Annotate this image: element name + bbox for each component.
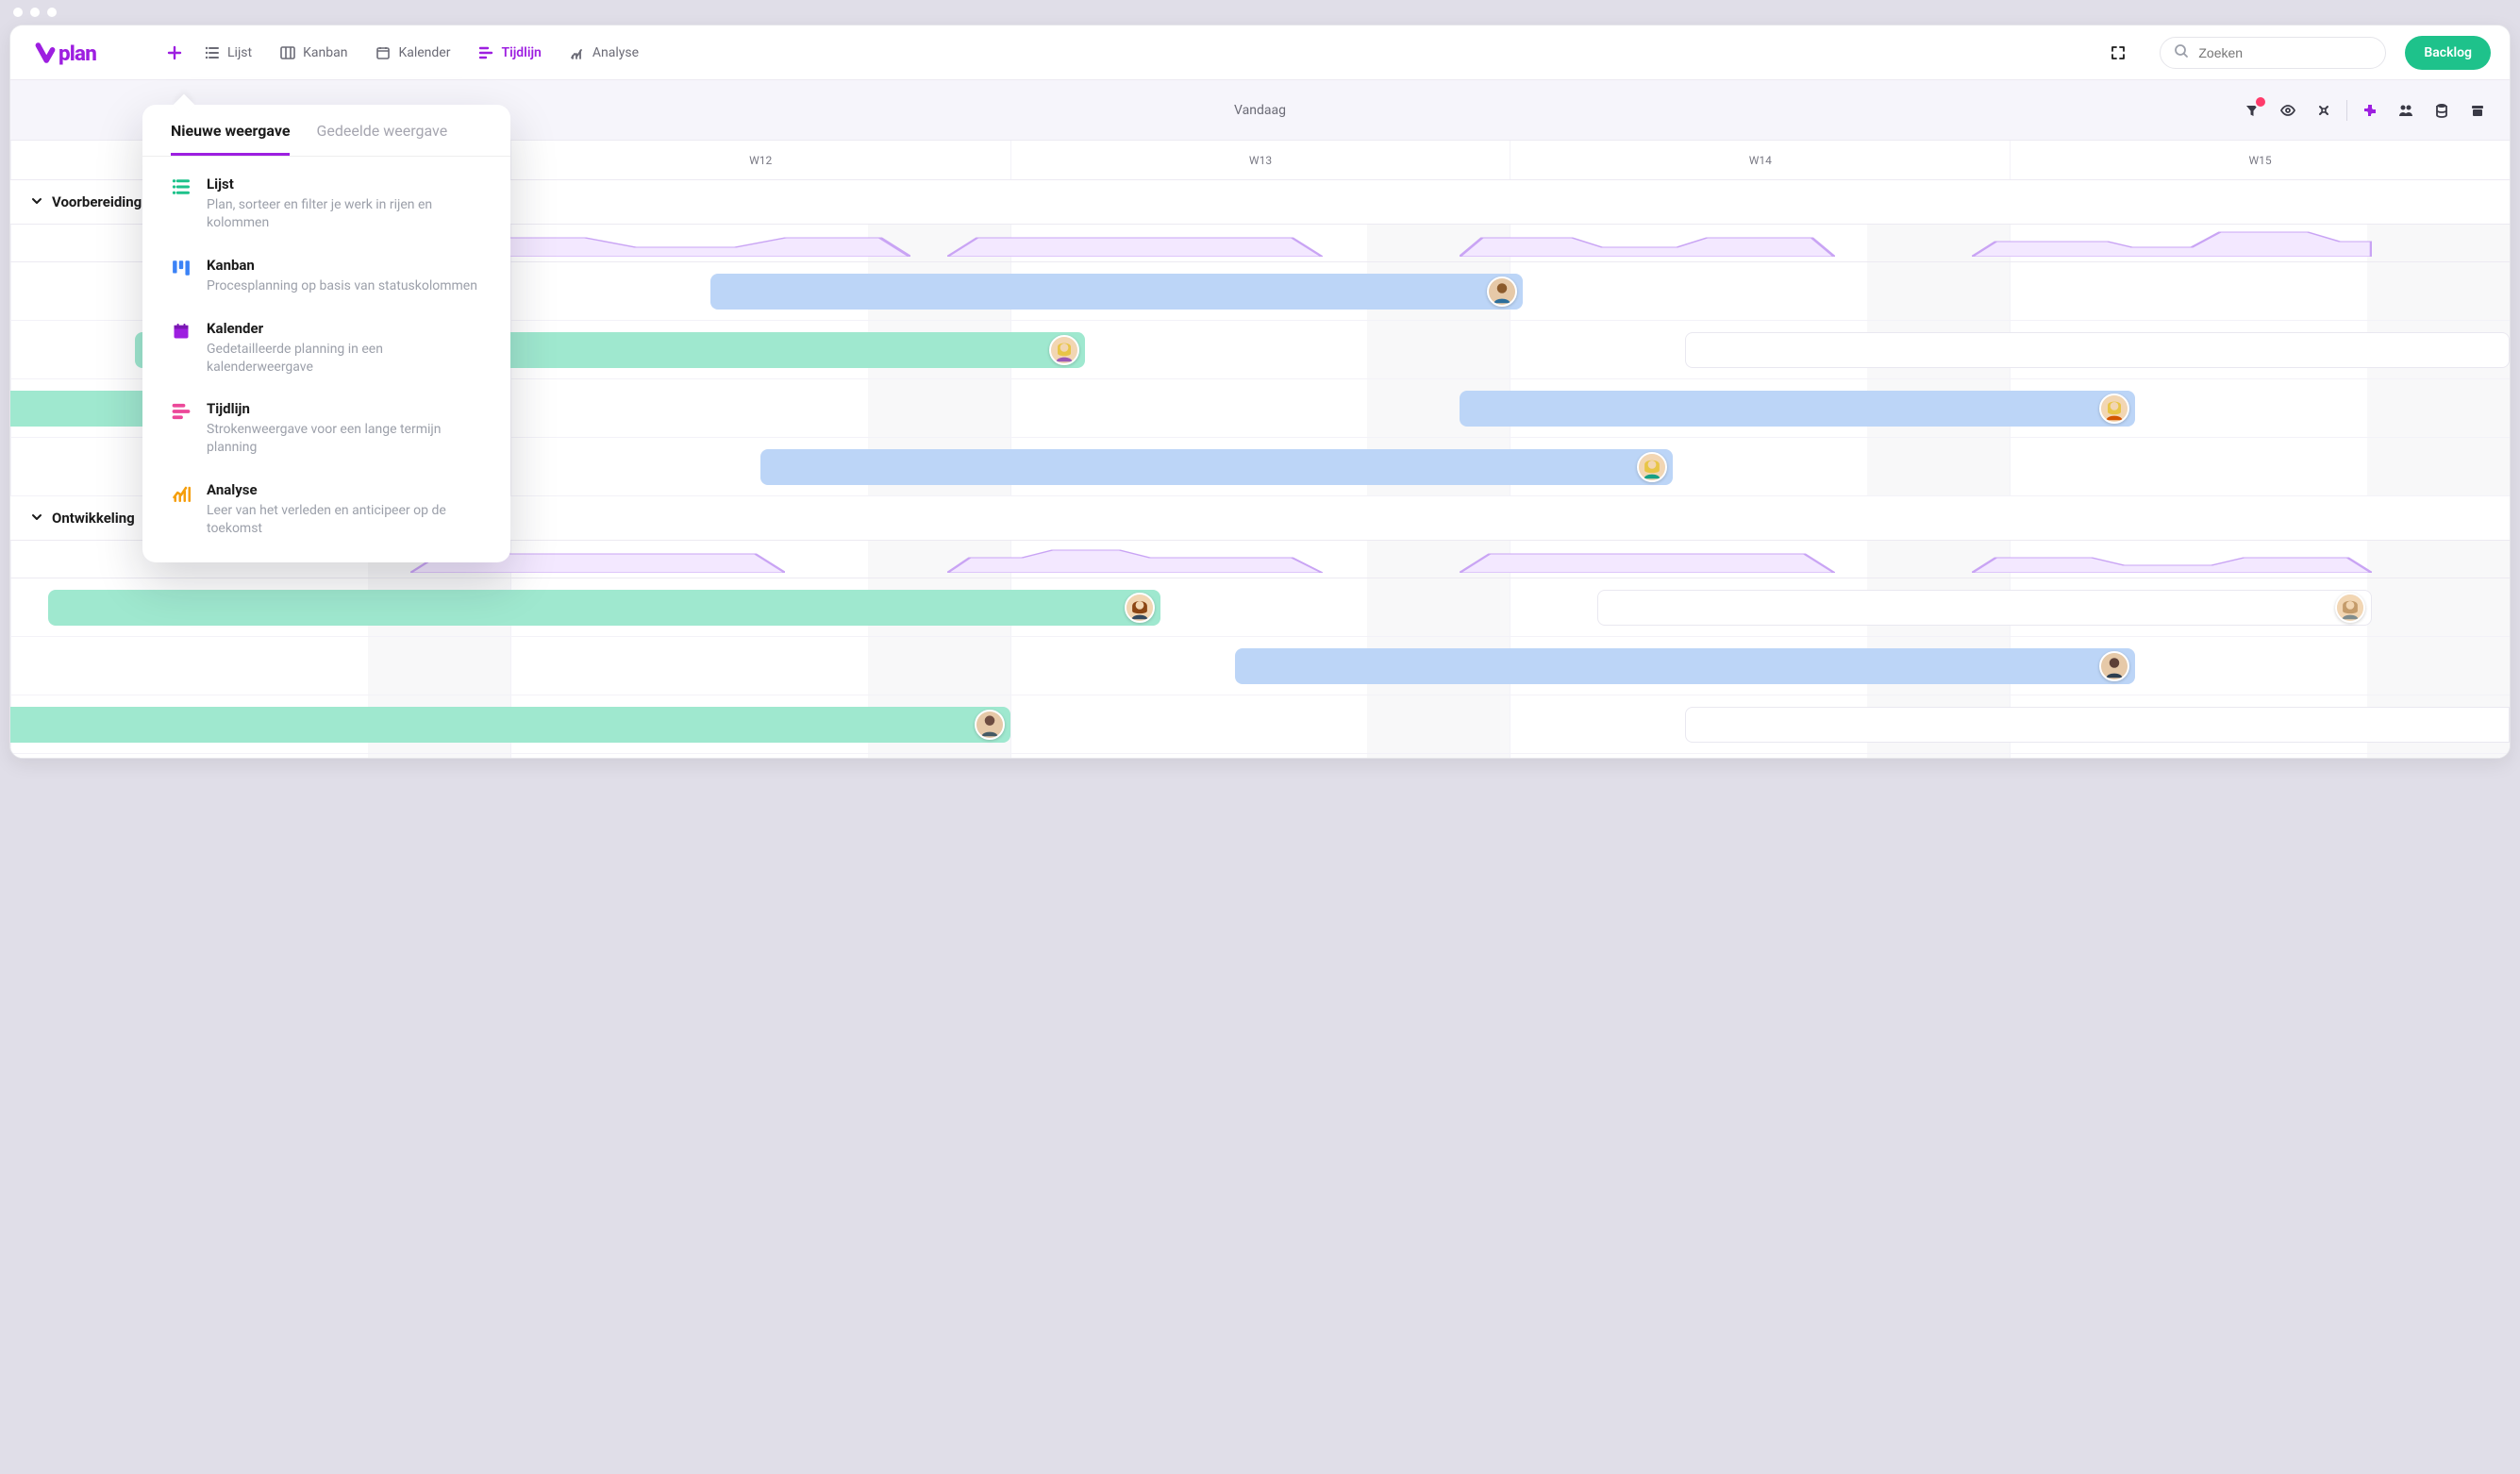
nav-tab-lijst[interactable]: Lijst [193,40,263,66]
task-row [10,578,2510,637]
assignee-avatar[interactable] [1049,335,1079,365]
timeline-icon [169,400,193,457]
analyse-icon [169,481,193,538]
database-button[interactable] [2428,97,2455,124]
dropdown-tab-new[interactable]: Nieuwe weergave [171,122,290,156]
dropdown-item-desc: Leer van het verleden en anticipeer op d… [207,502,484,538]
search-input[interactable] [2198,45,2372,60]
fullscreen-button[interactable] [2105,40,2131,66]
capacity-shape [1972,546,2372,573]
week-col: W12 [510,141,1010,179]
toolbar-divider [2346,100,2347,121]
task-bar[interactable] [1235,648,2135,684]
assignee-avatar[interactable] [2099,651,2129,681]
kanban-icon [169,257,193,295]
timeline-icon [478,45,493,60]
today-button[interactable]: Vandaag [1219,95,1301,126]
dropdown-item-title: Tijdlijn [207,400,484,417]
calendar-icon [169,320,193,377]
capacity-shape [1460,546,1834,573]
dropdown-item-kalender[interactable]: Kalender Gedetailleerde planning in een … [161,314,492,382]
svg-text:plan: plan [58,42,96,66]
task-bar[interactable] [710,274,1523,310]
nav-tab-tijdlijn[interactable]: Tijdlijn [467,40,552,66]
nav-tab-label: Lijst [227,45,252,60]
task-row [10,695,2510,754]
chevron-down-icon [31,510,42,527]
dropdown-item-title: Kanban [207,257,477,274]
assignee-avatar[interactable] [2335,593,2365,623]
search-field[interactable] [2160,37,2386,69]
top-navigation: plan Lijst Kanban [10,25,2510,80]
dropdown-item-kanban[interactable]: Kanban Procesplanning op basis van statu… [161,251,492,301]
calendar-icon [375,45,391,60]
nav-tab-label: Kanban [303,45,347,60]
search-icon [2174,43,2189,62]
task-bar[interactable] [1685,707,2510,743]
dropdown-item-desc: Gedetailleerde planning in een kalenderw… [207,341,484,377]
week-col: W14 [1510,141,2010,179]
task-bar[interactable] [1460,391,2134,427]
add-view-button[interactable] [161,40,188,66]
week-col: W13 [1010,141,1510,179]
archive-button[interactable] [2464,97,2491,124]
new-view-dropdown: Nieuwe weergave Gedeelde weergave Lijst … [142,105,510,562]
traffic-light-max[interactable] [47,8,57,17]
dropdown-item-desc: Strokenweergave voor een lange termijn p… [207,421,484,457]
dropdown-tab-shared[interactable]: Gedeelde weergave [316,122,447,156]
task-bar[interactable] [1685,332,2510,368]
dropdown-item-lijst[interactable]: Lijst Plan, sorteer en filter je werk in… [161,170,492,238]
task-bar[interactable] [760,449,1673,485]
group-title: Voorbereiding [52,193,142,210]
visibility-button[interactable] [2275,97,2301,124]
list-icon [205,45,220,60]
nav-tab-label: Tijdlijn [501,45,541,60]
dropdown-item-analyse[interactable]: Analyse Leer van het verleden en anticip… [161,476,492,544]
backlog-button[interactable]: Backlog [2405,36,2491,70]
window-titlebar [0,0,2520,25]
assignee-avatar[interactable] [1125,593,1155,623]
capacity-shape [1972,230,2372,257]
dropdown-item-desc: Procesplanning op basis van statuskolomm… [207,277,477,295]
task-bar[interactable] [1597,590,2372,626]
nav-tab-label: Analyse [592,45,639,60]
team-button[interactable] [2393,97,2419,124]
integrations-button[interactable] [2357,97,2383,124]
dropdown-item-title: Kalender [207,320,484,337]
task-bar[interactable] [48,590,1160,626]
group-title: Ontwikkeling [52,510,135,527]
dropdown-item-title: Lijst [207,176,484,193]
nav-tab-kalender[interactable]: Kalender [364,40,461,66]
chevron-down-icon [31,193,42,210]
task-bar[interactable] [10,707,1010,743]
assignee-avatar[interactable] [1637,452,1667,482]
kanban-icon [280,45,295,60]
traffic-light-close[interactable] [13,8,23,17]
dropdown-item-title: Analyse [207,481,484,498]
dropdown-item-desc: Plan, sorteer en filter je werk in rijen… [207,196,484,232]
analyse-icon [570,45,585,60]
assignee-avatar[interactable] [975,710,1005,740]
nav-tab-label: Kalender [398,45,450,60]
list-icon [169,176,193,232]
nav-tab-analyse[interactable]: Analyse [559,40,650,66]
assignee-avatar[interactable] [1487,276,1517,307]
nav-tab-kanban[interactable]: Kanban [269,40,359,66]
today-label: Vandaag [1234,103,1286,118]
traffic-light-min[interactable] [30,8,40,17]
capacity-shape [1460,230,1834,257]
backlog-label: Backlog [2424,45,2472,60]
week-col: W15 [2010,141,2510,179]
filter-button[interactable] [2239,97,2265,124]
settings-button[interactable] [2311,97,2337,124]
capacity-shape [947,230,1322,257]
dropdown-item-tijdlijn[interactable]: Tijdlijn Strokenweergave voor een lange … [161,394,492,462]
capacity-shape [947,546,1322,573]
assignee-avatar[interactable] [2099,394,2129,424]
task-row [10,637,2510,695]
brand-logo[interactable]: plan [29,38,133,68]
